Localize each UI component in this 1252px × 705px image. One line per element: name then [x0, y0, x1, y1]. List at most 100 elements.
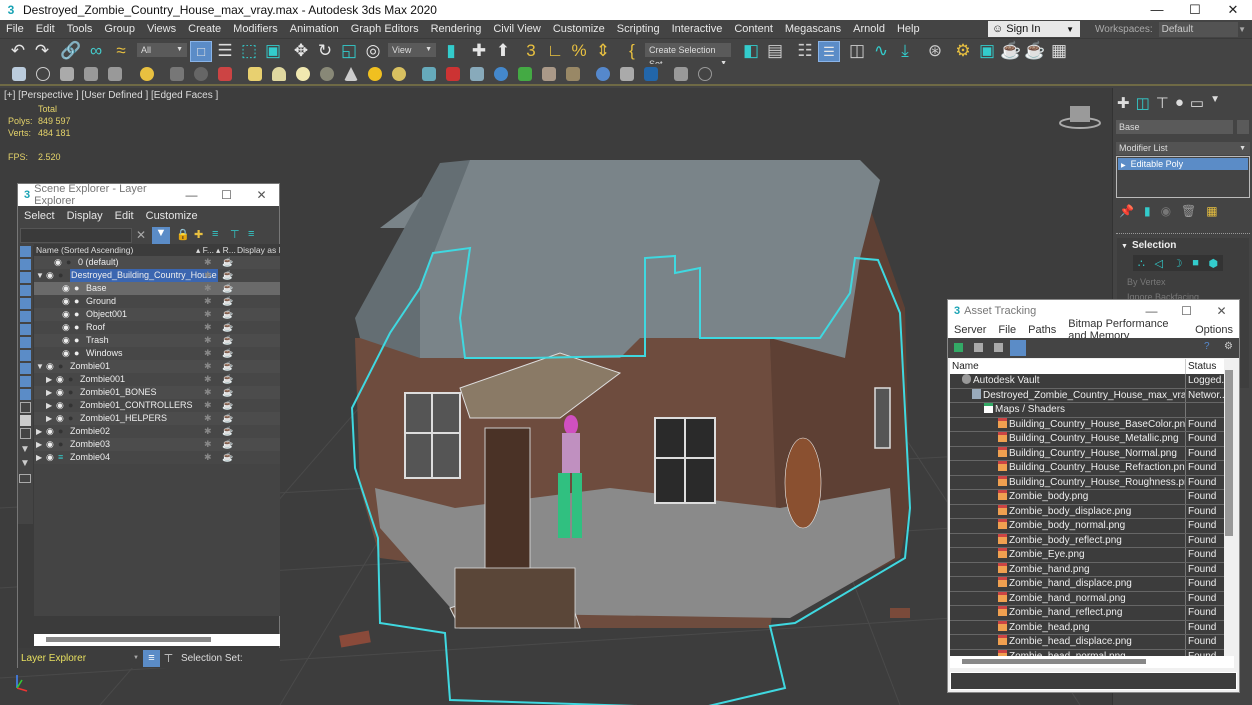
explorer-row[interactable]: ◉ ● Windows ✱ ☕	[34, 347, 280, 360]
undo-button[interactable]: ↶	[8, 41, 28, 61]
panel-icon[interactable]	[60, 67, 74, 81]
visibility-eye-icon[interactable]: ◉	[46, 360, 54, 373]
edge-icon[interactable]: ◁	[1155, 257, 1163, 270]
visibility-eye-icon[interactable]: ◉	[62, 347, 70, 360]
menu-arnold[interactable]: Arnold	[847, 23, 891, 35]
motion-icon[interactable]: ●	[1175, 94, 1184, 112]
window-crossing-button[interactable]: ▣	[262, 41, 284, 61]
display-frozen-icon[interactable]	[20, 376, 31, 387]
collapse-icon[interactable]: ▼	[36, 269, 44, 282]
explorer-item-name[interactable]: Zombie03	[70, 438, 110, 451]
asset-row[interactable]: Zombie_hand_displace.png Found	[950, 577, 1224, 592]
asset-row[interactable]: Zombie_head_displace.png Found	[950, 635, 1224, 650]
horizontal-scrollbar[interactable]	[950, 656, 1234, 668]
spinner-snap-button[interactable]: ⇕	[592, 41, 614, 61]
asset-row[interactable]: Zombie_body.png Found	[950, 490, 1224, 505]
filter-selection-icon[interactable]: ▼	[20, 444, 30, 455]
menu-animation[interactable]: Animation	[284, 23, 345, 35]
scrollbar-thumb[interactable]	[46, 637, 211, 642]
menu-views[interactable]: Views	[141, 23, 182, 35]
pin-stack-icon[interactable]: 📌	[1119, 204, 1134, 218]
ref-coord-dropdown[interactable]: View ▼	[388, 43, 436, 57]
renderable-teapot-icon[interactable]: ☕	[222, 386, 233, 399]
menu-group[interactable]: Group	[98, 23, 141, 35]
scrollbar-thumb[interactable]	[962, 659, 1146, 664]
freeze-icon[interactable]: ✱	[204, 373, 212, 386]
object-name-field[interactable]: Base	[1116, 120, 1233, 134]
asset-menu-paths[interactable]: Paths	[1022, 324, 1062, 336]
placement-button[interactable]: ◎	[362, 41, 384, 61]
plant-icon[interactable]	[518, 67, 532, 81]
wave-icon[interactable]	[422, 67, 436, 81]
select-object-button[interactable]: □	[190, 41, 212, 62]
expand-icon[interactable]: ▶	[36, 451, 42, 464]
explorer-item-name[interactable]: Zombie001	[80, 373, 125, 386]
explorer-row[interactable]: ◉ ● Object001 ✱ ☕	[34, 308, 280, 321]
renderable-teapot-icon[interactable]: ☕	[222, 373, 233, 386]
file-icon[interactable]	[974, 343, 983, 352]
maximize-button[interactable]: ☐	[1169, 304, 1204, 318]
renderable-teapot-icon[interactable]: ☕	[222, 321, 233, 334]
display-all-icon[interactable]	[20, 402, 31, 413]
renderable-teapot-icon[interactable]: ☕	[222, 256, 233, 269]
asset-row[interactable]: Building_Country_House_BaseColor.png Foun…	[950, 417, 1224, 432]
render-setup-button[interactable]: ⚙	[952, 41, 974, 61]
display-xrefs-icon[interactable]	[20, 337, 31, 348]
asset-row[interactable]: Zombie_body_reflect.png Found	[950, 533, 1224, 548]
layer-explorer-toggle-icon[interactable]: ≡	[142, 649, 160, 667]
explorer-item-name[interactable]: Object001	[86, 308, 127, 321]
freeze-icon[interactable]: ✱	[204, 347, 212, 360]
menu-scripting[interactable]: Scripting	[611, 23, 666, 35]
render-grid-button[interactable]: ▦	[1048, 41, 1070, 61]
renderable-teapot-icon[interactable]: ☕	[222, 347, 233, 360]
globe-icon[interactable]	[494, 67, 508, 81]
cloud-icon[interactable]	[36, 67, 50, 81]
vertex-icon[interactable]: ∴	[1138, 257, 1145, 270]
scene-explorer-button[interactable]: ☷	[794, 41, 816, 61]
toggle-ribbon-button[interactable]: ◫	[846, 41, 868, 61]
column-render[interactable]: ▴ R...	[216, 244, 236, 256]
menu-help[interactable]: Help	[891, 23, 926, 35]
menu-create[interactable]: Create	[182, 23, 227, 35]
freeze-icon[interactable]: ✱	[204, 256, 212, 269]
display-lights-icon[interactable]	[20, 272, 31, 283]
menu-customize[interactable]: Customize	[547, 23, 611, 35]
menu-interactive[interactable]: Interactive	[666, 23, 729, 35]
collapse-icon[interactable]: ▼	[36, 360, 44, 373]
maximize-button[interactable]: ☐	[1176, 2, 1214, 18]
display-cameras-icon[interactable]	[20, 285, 31, 296]
asset-menu-file[interactable]: File	[992, 324, 1022, 336]
visibility-eye-icon[interactable]: ◉	[62, 321, 70, 334]
create-icon[interactable]: ✚	[1117, 94, 1130, 112]
sun-icon[interactable]	[368, 67, 382, 81]
asset-menu-server[interactable]: Server	[948, 324, 992, 336]
visibility-eye-icon[interactable]: ◉	[46, 269, 54, 282]
character-icon[interactable]	[542, 67, 556, 81]
freeze-icon[interactable]: ✱	[204, 451, 212, 464]
menu-rendering[interactable]: Rendering	[425, 23, 488, 35]
help-icon[interactable]	[698, 67, 712, 81]
link-button[interactable]: 🔗	[60, 41, 82, 61]
freeze-icon[interactable]: ✱	[204, 425, 212, 438]
viewport-label[interactable]: [+] [Perspective ] [User Defined ] [Edge…	[4, 90, 218, 101]
teapot-icon[interactable]	[12, 67, 26, 81]
hierarchy-toggle-icon[interactable]: ⊤	[160, 652, 177, 665]
asset-row[interactable]: Building_Country_House_Normal.png Found	[950, 446, 1224, 461]
display-groups-icon[interactable]	[20, 324, 31, 335]
remove-modifier-icon[interactable]: 🗑	[1181, 204, 1196, 218]
freeze-icon[interactable]: ✱	[204, 438, 212, 451]
freeze-icon[interactable]: ✱	[204, 308, 212, 321]
modifier-stack-item[interactable]: ▶ Editable Poly	[1118, 158, 1248, 170]
menu-tools[interactable]: Tools	[61, 23, 99, 35]
rect-region-button[interactable]: ⬚	[238, 41, 260, 61]
explorer-row[interactable]: ▼ ◉ ● Zombie01 ✱ ☕	[34, 360, 280, 373]
explorer-item-name[interactable]: Roof	[86, 321, 105, 334]
select-manipulate-button[interactable]: ✚	[468, 41, 490, 61]
menu-civil-view[interactable]: Civil View	[487, 23, 546, 35]
explorer-row[interactable]: ◉ ● Base ✱ ☕	[34, 282, 280, 295]
display-none-icon[interactable]	[20, 415, 31, 426]
configure-modifier-sets-icon[interactable]: ▦	[1206, 204, 1217, 218]
column-name[interactable]: Name (Sorted Ascending)	[36, 244, 133, 256]
scene-explorer-menu-select[interactable]: Select	[18, 210, 61, 222]
hierarchy-icon[interactable]: ⊤	[1156, 94, 1169, 112]
